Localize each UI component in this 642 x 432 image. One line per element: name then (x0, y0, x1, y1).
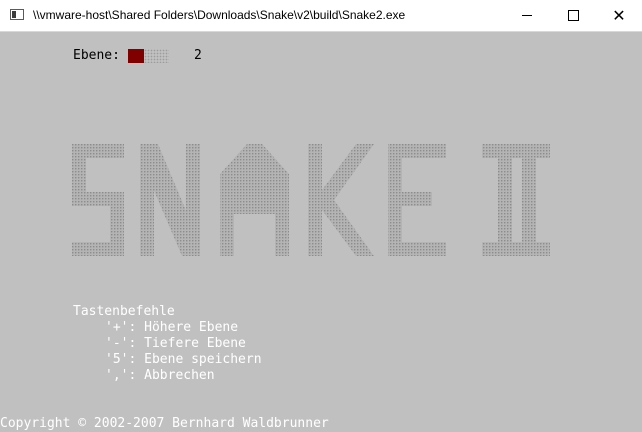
snake-logo (72, 144, 550, 256)
help-title: Tastenbefehle (73, 304, 175, 319)
close-icon: ✕ (612, 5, 626, 25)
help-item-cancel: ',': Abbrechen (105, 368, 215, 383)
level-label: Ebene: (73, 48, 120, 63)
minimize-button[interactable] (504, 0, 550, 31)
maximize-button[interactable] (550, 0, 596, 31)
console-app-icon[interactable] (10, 9, 24, 20)
logo-letters (72, 144, 550, 256)
maximize-icon (567, 10, 579, 21)
help-item-higher-level: '+': Höhere Ebene (105, 320, 239, 335)
copyright-notice: Copyright © 2002-2007 Bernhard Waldbrunn… (0, 416, 329, 431)
help-item-lower-level: '-': Tiefere Ebene (105, 336, 246, 351)
window-title: \\vmware-host\Shared Folders\Downloads\S… (33, 8, 406, 22)
level-track (144, 49, 169, 63)
close-button[interactable]: ✕ (596, 0, 642, 31)
level-indicator (128, 49, 169, 63)
console-area[interactable]: Ebene: 2 Tastenbefehle '+': Höhere Ebene… (0, 32, 642, 432)
level-fill (128, 49, 144, 63)
help-item-save-level: '5': Ebene speichern (105, 352, 262, 367)
minimize-icon (522, 15, 532, 16)
window-titlebar[interactable]: \\vmware-host\Shared Folders\Downloads\S… (0, 0, 642, 32)
level-value: 2 (194, 48, 202, 63)
